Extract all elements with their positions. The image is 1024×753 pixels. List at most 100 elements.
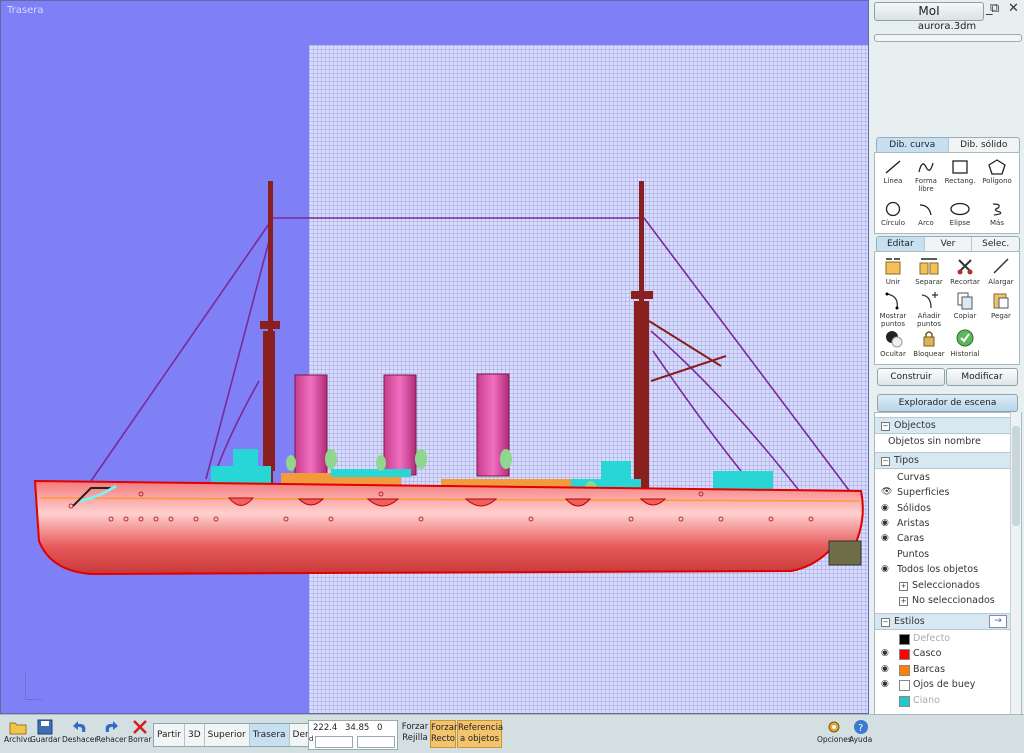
style-barcas[interactable]: ◉ Barcas [875, 662, 1011, 677]
eye-icon[interactable]: ◉ [881, 562, 889, 577]
eye-icon[interactable]: ◉ [881, 501, 889, 516]
close-icon[interactable]: ✕ [1008, 1, 1019, 16]
selected-item[interactable]: + Seleccionados [875, 578, 1011, 593]
eye-icon[interactable]: ◉ [881, 662, 889, 677]
expand-icon[interactable]: + [899, 597, 908, 606]
color-swatch[interactable] [899, 634, 910, 645]
view-split[interactable]: Partir [154, 724, 185, 746]
extend-tool[interactable]: Alargar [983, 256, 1019, 286]
styles-header[interactable]: − Estilos → [875, 613, 1011, 630]
options-button[interactable]: Opciones [817, 719, 852, 744]
tab-edit[interactable]: Editar [877, 237, 925, 251]
hide-tool[interactable]: Ocultar [875, 328, 911, 358]
construct-button[interactable]: Construir [877, 368, 945, 386]
modify-button[interactable]: Modificar [946, 368, 1018, 386]
type-edges[interactable]: ◉ Aristas [875, 516, 1011, 531]
show-points-icon [885, 292, 899, 310]
delete-button[interactable]: Borrar [128, 719, 151, 744]
line-tool[interactable]: Línea [875, 159, 911, 185]
style-ciano[interactable]: Ciano [875, 693, 1011, 708]
collapse-icon[interactable]: − [881, 422, 890, 431]
collapse-icon[interactable]: − [881, 618, 890, 627]
type-all-objects[interactable]: ◉ Todos los objetos [875, 562, 1011, 577]
type-curves[interactable]: Curvas [875, 470, 1011, 485]
axis-indicator [25, 673, 42, 700]
eye-icon[interactable]: ◉ [881, 516, 889, 531]
style-default[interactable]: Defecto [875, 631, 1011, 646]
eye-icon[interactable]: ◉ [881, 677, 889, 692]
separate-tool[interactable]: Separar [911, 256, 947, 286]
draw-toolbox: Línea Forma libre Rectang. Polígono Círc… [874, 152, 1020, 234]
color-swatch[interactable] [899, 649, 910, 660]
paste-tool[interactable]: Pegar [983, 290, 1019, 320]
ellipse-tool[interactable]: Elipse [942, 201, 978, 227]
scrollbar-thumb[interactable] [1012, 426, 1020, 526]
app-menu-button[interactable]: MoI [874, 2, 984, 21]
coord-z: 0 [377, 723, 383, 733]
scene-explorer-title[interactable]: Explorador de escena [877, 394, 1018, 412]
object-snap-toggle[interactable]: Referencia a objetos [457, 720, 503, 748]
expand-icon[interactable]: + [899, 582, 908, 591]
scene-explorer: − Objectos Objetos sin nombre − Tipos Curv… [874, 412, 1022, 716]
edit-tabs: Editar Ver Selec. [876, 236, 1020, 252]
color-swatch[interactable] [899, 665, 910, 676]
tab-draw-curve[interactable]: Dib. curva [877, 138, 949, 152]
eye-icon[interactable]: ◉ [881, 531, 889, 546]
tab-draw-solid[interactable]: Dib. sólido [949, 138, 1020, 152]
type-surfaces[interactable]: 👁 Superficies [875, 485, 1011, 500]
arrow-right-icon[interactable]: → [989, 615, 1007, 628]
more-tool[interactable]: Más [979, 201, 1015, 227]
eye-icon[interactable]: 👁 [881, 485, 892, 500]
style-ojos-de-buey[interactable]: ◉ Ojos de buey [875, 677, 1011, 692]
type-points[interactable]: Puntos [875, 547, 1011, 562]
distance-input[interactable] [315, 736, 353, 748]
rectangle-tool[interactable]: Rectang. [942, 159, 978, 185]
explorer-scrollbar[interactable] [1010, 412, 1021, 714]
objects-header[interactable]: − Objectos [875, 417, 1011, 434]
eye-icon[interactable]: ◉ [881, 646, 889, 661]
collapse-icon[interactable]: − [881, 457, 890, 466]
save-button[interactable]: Guardar [30, 719, 61, 744]
redo-button[interactable]: Rehacer [96, 719, 127, 744]
ship-model[interactable] [1, 1, 869, 714]
view-3d[interactable]: 3D [185, 724, 205, 746]
angle-input[interactable] [357, 736, 395, 748]
type-faces[interactable]: ◉ Caras [875, 531, 1011, 546]
arc-tool[interactable]: Arco [908, 201, 944, 227]
history-tool[interactable]: Historial [947, 328, 983, 358]
draw-tabs: Dib. curva Dib. sólido [876, 137, 1020, 153]
show-points-tool[interactable]: Mostrar puntos [875, 290, 911, 328]
distance-label: d [309, 735, 314, 743]
ellipse-icon [950, 202, 970, 216]
type-solids[interactable]: ◉ Sólidos [875, 501, 1011, 516]
add-points-tool[interactable]: Añadir puntos [911, 290, 947, 328]
viewport-back[interactable]: Trasera [0, 0, 869, 714]
snap-straight-toggle[interactable]: Forzar Recto [430, 720, 457, 748]
types-header[interactable]: − Tipos [875, 452, 1011, 469]
coord-y: 34.85 [345, 723, 370, 733]
snap-grid-toggle[interactable]: Forzar Rejilla [400, 722, 430, 744]
freeform-tool[interactable]: Forma libre [908, 159, 944, 193]
tab-view[interactable]: Ver [925, 237, 973, 251]
undo-button[interactable]: Deshacer [62, 719, 97, 744]
polygon-tool[interactable]: Polígono [979, 159, 1015, 185]
freeform-icon [918, 162, 934, 173]
unnamed-objects-item[interactable]: Objetos sin nombre [875, 434, 1021, 449]
help-button[interactable]: ? Ayuda [849, 719, 872, 744]
style-casco[interactable]: ◉ Casco [875, 646, 1011, 661]
coordinate-box[interactable]: 222.4 34.85 0 d [308, 720, 398, 750]
color-swatch[interactable] [899, 680, 910, 691]
tab-select[interactable]: Selec. [972, 237, 1019, 251]
not-selected-item[interactable]: + No seleccionados [875, 593, 1011, 608]
join-tool[interactable]: Unir [875, 256, 911, 286]
copy-tool[interactable]: Copiar [947, 290, 983, 320]
view-back[interactable]: Trasera [249, 724, 290, 746]
trim-tool[interactable]: Recortar [947, 256, 983, 286]
restore-icon[interactable]: ⧉ [990, 1, 999, 16]
color-swatch[interactable] [899, 696, 910, 707]
circle-tool[interactable]: Círculo [875, 201, 911, 227]
view-top[interactable]: Superior [205, 724, 250, 746]
lock-icon [923, 331, 935, 347]
file-button[interactable]: Archivo [4, 719, 32, 744]
lock-tool[interactable]: Bloquear [911, 328, 947, 358]
